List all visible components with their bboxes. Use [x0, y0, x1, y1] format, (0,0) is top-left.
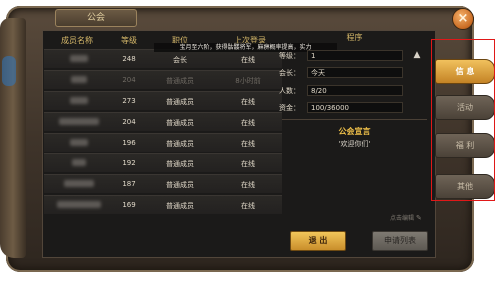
- member-last-login: 在线: [241, 181, 255, 190]
- header-name: 成员名称: [61, 36, 93, 45]
- member-position: 会长: [173, 56, 187, 64]
- apply-list-button[interactable]: 申请列表: [372, 231, 428, 251]
- member-position: 普通成员: [166, 118, 194, 127]
- member-last-login: 在线: [241, 97, 255, 106]
- member-last-login: 8小时前: [235, 76, 261, 85]
- dragon-ornament: [0, 18, 26, 258]
- member-level: 204: [122, 117, 136, 126]
- guild-level-label: 等级：: [279, 52, 300, 60]
- guild-leader-value: 今天: [307, 67, 403, 78]
- member-row[interactable]: 187 普通成员 在线: [44, 174, 282, 194]
- member-level: 192: [122, 159, 136, 168]
- annotation-highlight-box: [431, 39, 495, 201]
- close-icon: ×: [457, 11, 469, 26]
- guild-leader-row: 会长： 今天: [279, 67, 407, 79]
- header-level: 等级: [121, 36, 137, 45]
- blurred-name: [72, 159, 86, 167]
- blurred-name: [70, 55, 88, 62]
- announcement-text: '欢迎你们': [338, 140, 371, 148]
- exit-button[interactable]: 退 出: [290, 231, 346, 251]
- member-last-login: 在线: [241, 160, 255, 169]
- blurred-name: [57, 201, 101, 209]
- member-level: 169: [122, 201, 136, 210]
- guild-members-row: 人数： 8/20: [279, 85, 407, 97]
- guild-funds-value: 100/36000: [307, 102, 403, 113]
- member-level: 196: [122, 138, 136, 147]
- member-row[interactable]: 273 普通成员 在线: [44, 90, 282, 110]
- member-row[interactable]: 192 普通成员 在线: [44, 153, 282, 173]
- edit-icon: ✎: [416, 214, 422, 222]
- member-row[interactable]: 204 普通成员 8小时前: [44, 69, 282, 89]
- member-row[interactable]: 196 普通成员 在线: [44, 132, 282, 152]
- guild-funds-row: 资金： 100/36000: [279, 102, 407, 114]
- member-row[interactable]: 169 普通成员 在线: [44, 195, 282, 215]
- announcement-title: 公会宣言: [338, 127, 371, 136]
- member-level: 187: [122, 180, 136, 189]
- member-row[interactable]: 204 普通成员 在线: [44, 111, 282, 131]
- guild-leader-label: 会长：: [279, 69, 300, 77]
- member-position: 普通成员: [166, 160, 194, 169]
- member-level: 248: [122, 55, 136, 63]
- member-level: 273: [122, 96, 136, 105]
- member-last-login: 在线: [241, 118, 255, 127]
- dragon-claw-ornament: [2, 56, 16, 86]
- guild-announcement: 公会宣言 '欢迎你们': [282, 119, 427, 212]
- member-position: 普通成员: [166, 139, 194, 148]
- blurred-name: [64, 180, 94, 188]
- edit-label: 点击编辑: [390, 215, 415, 222]
- blurred-name: [71, 75, 87, 83]
- window-title: 公会: [55, 9, 137, 27]
- member-position: 普通成员: [166, 202, 194, 211]
- member-position: 普通成员: [166, 76, 194, 85]
- member-list: 248 会长 在线 204 普通成员 8小时前 273 普通成员 在线 204 …: [44, 49, 282, 216]
- guild-level-value: 1: [307, 50, 403, 61]
- guild-members-value: 8/20: [307, 85, 403, 96]
- guild-members-label: 人数：: [279, 87, 300, 95]
- member-position: 普通成员: [166, 97, 194, 106]
- info-heading: 程序: [346, 33, 363, 42]
- blurred-name: [59, 117, 99, 125]
- member-last-login: 在线: [241, 139, 255, 148]
- guild-level-row: 等级： 1: [279, 50, 407, 62]
- close-button[interactable]: ×: [452, 8, 474, 30]
- guild-funds-label: 资金：: [279, 104, 300, 112]
- upgrade-arrow-icon[interactable]: ▲: [412, 50, 422, 60]
- blurred-name: [70, 96, 88, 104]
- blurred-name: [70, 138, 88, 146]
- member-position: 普通成员: [166, 181, 194, 190]
- member-last-login: 在线: [241, 202, 255, 211]
- member-level: 204: [122, 75, 136, 84]
- edit-announcement-link[interactable]: 点击编辑 ✎: [390, 213, 422, 222]
- member-last-login: 在线: [241, 56, 255, 64]
